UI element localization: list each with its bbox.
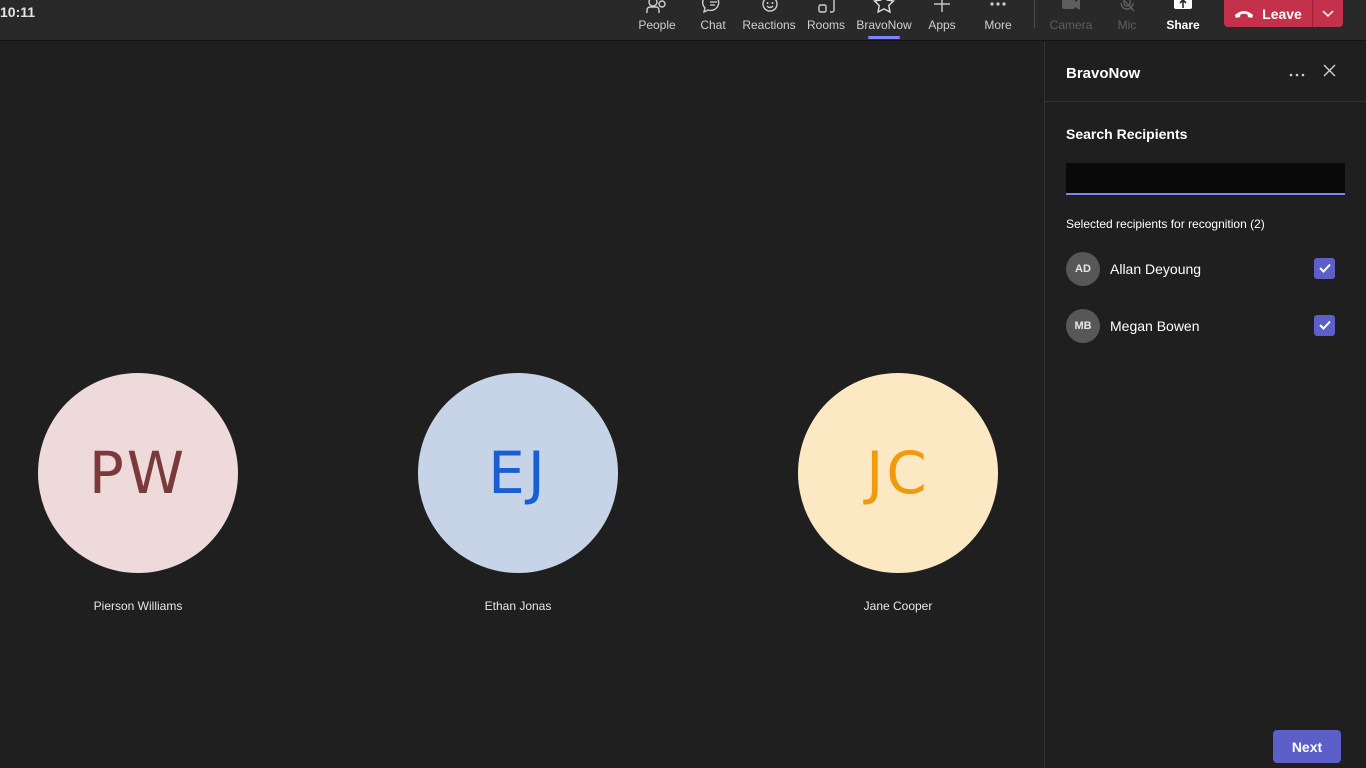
rooms-icon: [814, 0, 838, 14]
camera-off-icon: [1059, 0, 1083, 14]
toolbar-camera-label: Camera: [1049, 18, 1093, 32]
reactions-icon: [757, 0, 781, 14]
checkmark-icon: [1318, 260, 1331, 278]
leave-label: Leave: [1262, 5, 1302, 22]
recipient-checkbox[interactable]: [1314, 258, 1335, 279]
toolbar-more-button[interactable]: More: [970, 0, 1026, 41]
recipient-checkbox[interactable]: [1314, 315, 1335, 336]
mic-off-icon: [1115, 0, 1139, 14]
recipient-name: Megan Bowen: [1110, 318, 1200, 334]
toolbar-people-button[interactable]: People: [629, 0, 685, 41]
toolbar-bravonow-button[interactable]: BravoNow: [856, 0, 912, 41]
toolbar-mic-button[interactable]: Mic: [1099, 0, 1155, 41]
toolbar-reactions-label: Reactions: [742, 18, 796, 32]
selected-recipients-label: Selected recipients for recognition (2): [1066, 217, 1265, 231]
leave-button[interactable]: Leave: [1224, 0, 1312, 27]
toolbar-mic-label: Mic: [1117, 18, 1137, 32]
toolbar-more-label: More: [984, 18, 1012, 32]
recipient-name: Allan Deyoung: [1110, 261, 1202, 277]
panel-more-button[interactable]: [1286, 62, 1308, 84]
toolbar-rooms-label: Rooms: [806, 18, 845, 32]
panel-header: BravoNow: [1045, 42, 1366, 102]
leave-options-button[interactable]: [1312, 0, 1343, 27]
checkmark-icon: [1318, 317, 1331, 335]
toolbar-apps-button[interactable]: Apps: [914, 0, 970, 41]
people-icon: [645, 0, 669, 14]
next-button[interactable]: Next: [1273, 730, 1341, 763]
meeting-toolbar: 10:11 People Chat Reactions Rooms BravoN…: [0, 0, 1366, 41]
participant-tile: PW Pierson Williams: [38, 373, 238, 613]
toolbar-camera-button[interactable]: Camera: [1043, 0, 1099, 41]
participant-avatar: EJ: [418, 373, 618, 573]
participant-name: Ethan Jonas: [484, 599, 552, 613]
panel-title: BravoNow: [1066, 65, 1141, 82]
toolbar-bravonow-label: BravoNow: [856, 18, 912, 32]
toolbar-divider: [1034, 0, 1035, 28]
chat-icon: [701, 0, 725, 14]
leave-group: Leave: [1224, 0, 1343, 27]
participant-name: Jane Cooper: [863, 599, 933, 613]
participant-avatar: PW: [38, 373, 238, 573]
participant-tile: JC Jane Cooper: [798, 373, 998, 613]
plus-icon: [930, 0, 954, 14]
toolbar-apps-label: Apps: [928, 18, 956, 32]
recipient-row: AD Allan Deyoung: [1066, 252, 1346, 286]
star-icon: [872, 0, 896, 14]
toolbar-share-button[interactable]: Share: [1155, 0, 1211, 41]
avatar: MB: [1066, 309, 1100, 343]
search-recipients-input[interactable]: [1066, 163, 1345, 195]
share-icon: [1171, 0, 1195, 14]
more-icon: [1289, 64, 1305, 82]
toolbar-share-label: Share: [1166, 18, 1200, 32]
bravonow-panel: BravoNow Search Recipients Selected reci…: [1044, 42, 1366, 768]
avatar: AD: [1066, 252, 1100, 286]
toolbar-chat-button[interactable]: Chat: [685, 0, 741, 41]
toolbar-chat-label: Chat: [700, 18, 726, 32]
toolbar-rooms-button[interactable]: Rooms: [798, 0, 854, 41]
chevron-down-icon: [1322, 5, 1334, 23]
recipient-row: MB Megan Bowen: [1066, 309, 1346, 343]
more-icon: [986, 0, 1010, 14]
panel-close-button[interactable]: [1318, 62, 1340, 84]
participant-tile: EJ Ethan Jonas: [418, 373, 618, 613]
meeting-stage: PW Pierson Williams EJ Ethan Jonas JC Ja…: [3, 42, 1044, 768]
participant-name: Pierson Williams: [93, 599, 183, 613]
toolbar-people-label: People: [638, 18, 676, 32]
participant-avatar: JC: [798, 373, 998, 573]
phone-hangup-icon: [1234, 6, 1254, 22]
close-icon: [1323, 64, 1336, 82]
search-recipients-label: Search Recipients: [1066, 126, 1188, 142]
meeting-clock: 10:11: [0, 4, 36, 20]
toolbar-reactions-button[interactable]: Reactions: [741, 0, 797, 41]
active-tab-indicator: [868, 36, 900, 39]
